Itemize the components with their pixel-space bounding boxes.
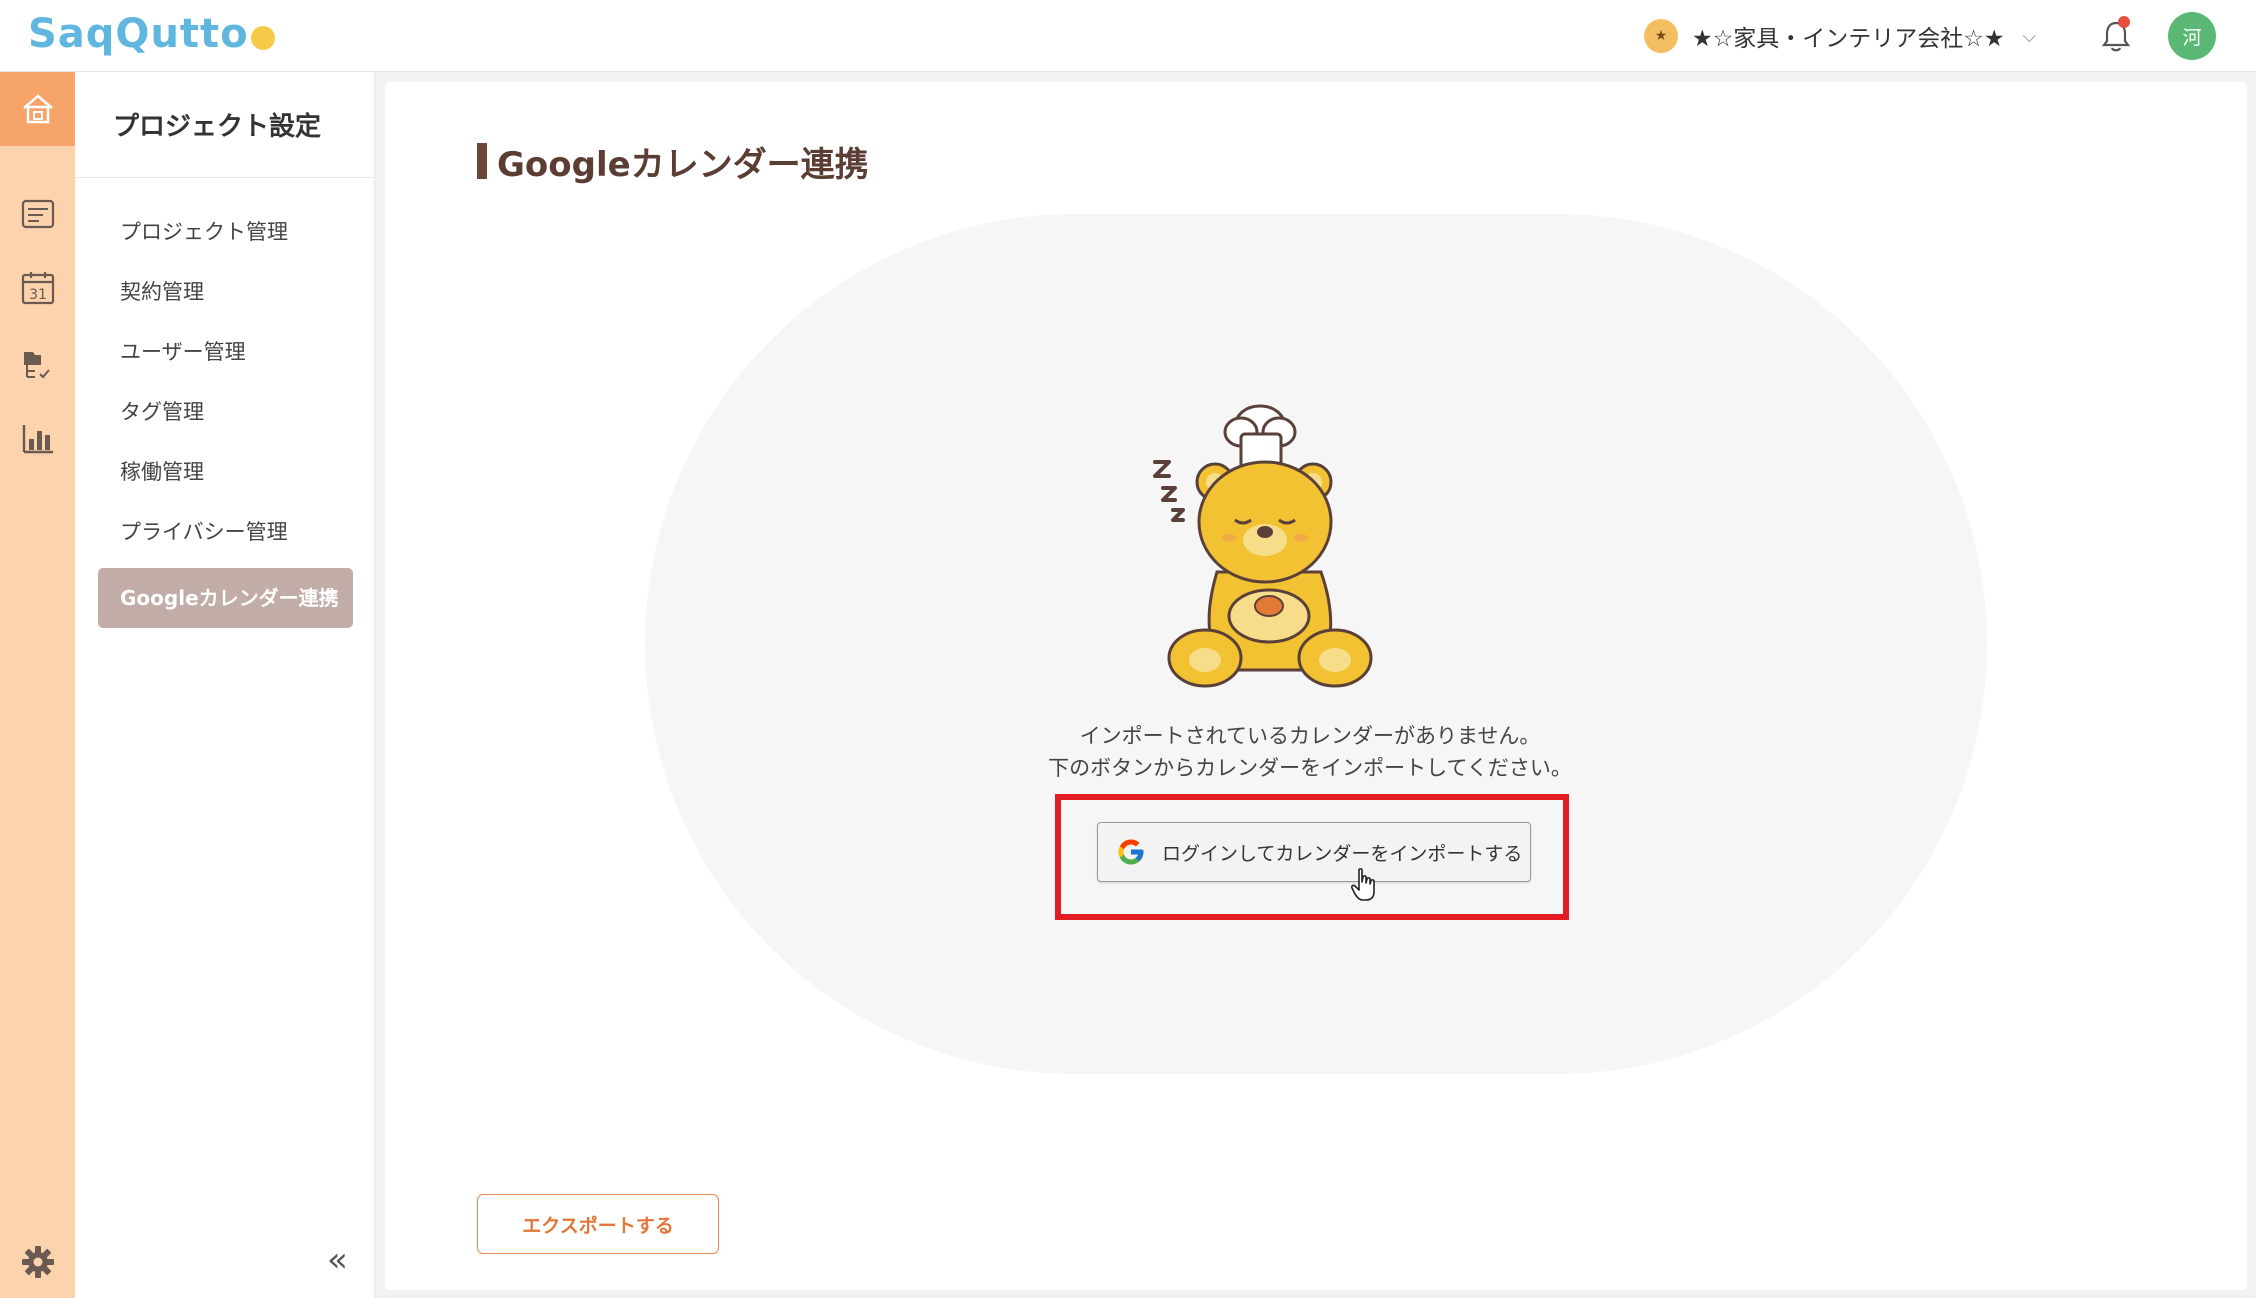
hand-cursor-icon — [1351, 868, 1375, 901]
notification-dot — [2118, 16, 2130, 28]
sidebar-item-contract[interactable]: 契約管理 — [120, 272, 204, 312]
sidebar-item-google-calendar[interactable]: Googleカレンダー連携 — [98, 568, 353, 628]
chevron-down-icon: ⌵ — [2022, 25, 2037, 47]
empty-state-message: インポートされているカレンダーがありません。 下のボタンからカレンダーをインポー… — [945, 720, 1675, 784]
sidebar-item-tags[interactable]: タグ管理 — [120, 392, 204, 432]
calendar-day: 31 — [29, 287, 47, 303]
google-button-label: ログインしてカレンダーをインポートする — [1162, 842, 1523, 865]
settings-sidebar: プロジェクト設定 プロジェクト管理 契約管理 ユーザー管理 タグ管理 稼働管理 … — [75, 72, 375, 1298]
page-title-text: Googleカレンダー連携 — [497, 144, 869, 185]
sidebar-title: プロジェクト設定 — [113, 112, 322, 142]
sidebar-item-utilization[interactable]: 稼働管理 — [120, 452, 204, 492]
task-list-icon — [21, 199, 55, 229]
settings-icon[interactable] — [18, 1242, 58, 1282]
logo-sun-icon — [250, 26, 275, 50]
chart-icon — [22, 425, 53, 454]
sidebar-item-users[interactable]: ユーザー管理 — [120, 332, 246, 372]
rail-item-home[interactable] — [0, 72, 75, 146]
google-login-import-button[interactable]: ログインしてカレンダーをインポートする — [1097, 822, 1531, 882]
org-name: ★☆家具・インテリア会社☆★ — [1692, 26, 2005, 52]
calendar-icon: 31 — [21, 272, 55, 305]
avatar[interactable]: 河 — [2168, 12, 2216, 60]
rail-item-files[interactable] — [18, 344, 58, 384]
org-badge: ★ — [1644, 19, 1678, 53]
rail-item-calendar[interactable]: 31 — [18, 268, 58, 308]
rail-item-chart[interactable] — [18, 418, 58, 458]
app-logo[interactable]: SaqQutto — [28, 6, 275, 62]
sidebar-item-project[interactable]: プロジェクト管理 — [120, 212, 288, 252]
rail-item-tasks[interactable] — [18, 194, 58, 234]
page-title: Googleカレンダー連携 — [477, 138, 869, 185]
empty-state-line-2: 下のボタンからカレンダーをインポートしてください。 — [1048, 756, 1572, 780]
icon-rail: 31 — [0, 72, 75, 1298]
home-icon — [22, 94, 53, 124]
export-button[interactable]: エクスポートする — [477, 1194, 719, 1254]
collapse-sidebar-button[interactable]: « — [327, 1240, 348, 1280]
organization-switcher[interactable]: ★ ★☆家具・インテリア会社☆★ ⌵ — [1644, 16, 2036, 56]
top-header: SaqQutto ★ ★☆家具・インテリア会社☆★ ⌵ 河 — [0, 0, 2256, 72]
title-accent-bar — [477, 143, 487, 179]
files-icon — [24, 352, 50, 379]
divider — [75, 177, 374, 178]
sleeping-bear-illustration — [1153, 404, 1373, 688]
main-content: Googleカレンダー連携 インポートされているカレンダーがありません。 下のボ… — [385, 82, 2247, 1290]
empty-state-line-1: インポートされているカレンダーがありません。 — [1079, 724, 1541, 748]
logo-text: SaqQutto — [28, 11, 249, 57]
google-icon — [1118, 839, 1144, 865]
sidebar-item-privacy[interactable]: プライバシー管理 — [120, 512, 288, 552]
